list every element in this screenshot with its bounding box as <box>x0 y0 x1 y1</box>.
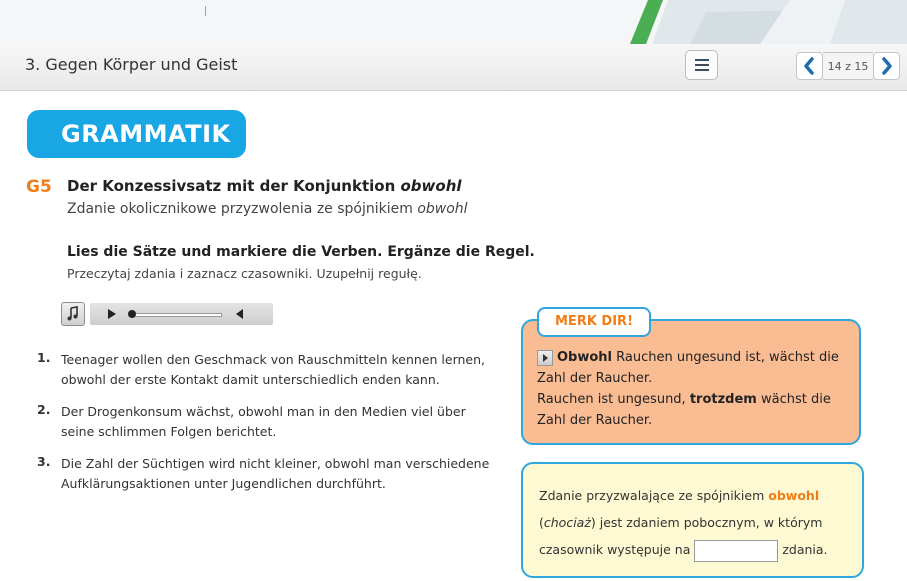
list-item: 3. Die Zahl der Süchtigen wird nicht kle… <box>37 454 497 494</box>
chevron-right-icon <box>882 57 892 75</box>
rule-text-4: zdania. <box>778 542 828 557</box>
merk-trotzdem: trotzdem <box>689 392 757 407</box>
list-icon-line <box>695 69 709 71</box>
title-bar: 3. Gegen Körper und Geist 14 z 15 <box>0 44 907 91</box>
sentence-number: 2. <box>37 402 51 417</box>
exercise-title-pl: Zdanie okolicznikowe przyzwolenia ze spó… <box>67 201 468 217</box>
audio-controls <box>90 303 273 325</box>
instruction-de: Lies die Sätze und markiere die Verben. … <box>67 244 535 260</box>
toc-button[interactable] <box>685 50 718 80</box>
merk-dir-content: Obwohl Rauchen ungesund ist, wächst die … <box>537 347 853 431</box>
exercise-title-de: Der Konzessivsatz mit der Konjunktion ob… <box>67 177 462 195</box>
list-icon-line <box>695 64 709 66</box>
merk-line2-pre: Rauchen ist ungesund, <box>537 392 690 407</box>
list-item: 2. Der Drogenkonsum wächst, obwohl man i… <box>37 402 497 442</box>
merk-dir-title: MERK DIR! <box>537 307 651 337</box>
volume-icon[interactable] <box>236 309 243 319</box>
sentence-text[interactable]: Die Zahl der Süchtigen wird nicht kleine… <box>61 454 497 494</box>
rule-keyword: obwohl <box>768 488 820 503</box>
page-counter: 14 z 15 <box>823 52 873 80</box>
sentence-text[interactable]: Teenager wollen den Geschmack von Rausch… <box>61 350 497 390</box>
music-icon[interactable] <box>61 302 85 326</box>
sentence-number: 3. <box>37 454 51 469</box>
rule-answer-input[interactable] <box>694 539 779 562</box>
list-icon <box>695 59 709 61</box>
prev-page-button[interactable] <box>796 52 823 80</box>
instruction-pl: Przeczytaj zdania i zaznacz czasowniki. … <box>67 266 422 281</box>
title-pl-keyword: obwohl <box>417 201 468 217</box>
audio-player <box>61 302 273 326</box>
next-page-button[interactable] <box>873 52 900 80</box>
banner-decoration <box>630 0 907 44</box>
play-icon[interactable] <box>537 349 553 366</box>
grammatik-badge: GRAMMATIK <box>27 110 246 158</box>
sentence-text[interactable]: Der Drogenkonsum wächst, obwohl man in d… <box>61 402 497 442</box>
top-banner <box>0 0 907 45</box>
chevron-left-icon <box>804 57 814 75</box>
title-de-keyword: obwohl <box>400 177 462 195</box>
merk-obwohl: Obwohl <box>557 350 613 365</box>
exercise-number: G5 <box>26 177 52 197</box>
play-icon[interactable] <box>108 309 116 319</box>
rule-content: Zdanie przyzwalające ze spójnikiem obwoh… <box>539 482 859 563</box>
rule-text-1: Zdanie przyzwalające ze spójnikiem <box>539 488 769 503</box>
title-de-text: Der Konzessivsatz mit der Konjunktion <box>67 177 401 195</box>
audio-progress-track[interactable] <box>130 313 222 317</box>
section-title: 3. Gegen Körper und Geist <box>25 55 238 74</box>
rule-chociaz: chociaż <box>543 515 591 530</box>
title-pl-text: Zdanie okolicznikowe przyzwolenia ze spó… <box>67 201 418 217</box>
sentence-list: 1. Teenager wollen den Geschmack von Rau… <box>37 350 497 506</box>
sentence-number: 1. <box>37 350 51 365</box>
audio-progress-knob[interactable] <box>128 310 136 318</box>
music-note-glyph <box>67 306 78 321</box>
list-item: 1. Teenager wollen den Geschmack von Rau… <box>37 350 497 390</box>
